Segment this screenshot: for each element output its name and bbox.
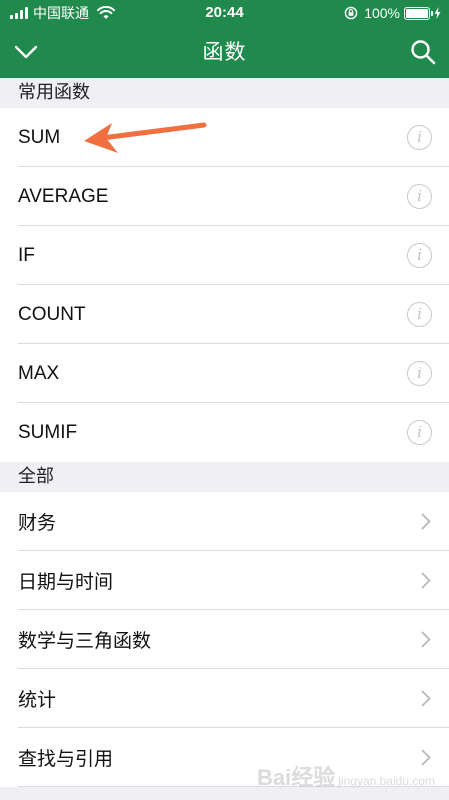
chevron-right-icon bbox=[421, 572, 431, 589]
category-label: 数学与三角函数 bbox=[18, 631, 152, 652]
function-item-count[interactable]: COUNT i bbox=[0, 285, 449, 344]
info-icon[interactable]: i bbox=[407, 243, 432, 268]
function-list: 常用函数 SUM i AVERAGE i IF i COUNT i MAX i … bbox=[0, 78, 449, 787]
category-item-math[interactable]: 数学与三角函数 bbox=[0, 610, 449, 669]
chevron-right-icon bbox=[421, 513, 431, 530]
status-bar: 中国联通 20:44 100% bbox=[0, 0, 449, 26]
function-label: IF bbox=[18, 244, 35, 266]
battery-icon bbox=[404, 6, 433, 20]
watermark-text: Bai经验 bbox=[257, 765, 336, 790]
info-icon[interactable]: i bbox=[407, 184, 432, 209]
category-label: 日期与时间 bbox=[18, 572, 114, 593]
screen: 中国联通 20:44 100% 函数 常用函数 SUM i AVERAGE i … bbox=[0, 0, 449, 800]
chevron-right-icon bbox=[421, 631, 431, 648]
function-item-average[interactable]: AVERAGE i bbox=[0, 167, 449, 226]
battery-cap bbox=[431, 10, 433, 16]
section-title-all: 全部 bbox=[0, 462, 449, 492]
category-label: 财务 bbox=[18, 513, 57, 534]
battery-percent: 100% bbox=[364, 5, 400, 21]
category-label: 查找与引用 bbox=[18, 749, 114, 770]
info-icon[interactable]: i bbox=[407, 420, 432, 445]
charging-icon bbox=[434, 7, 441, 19]
rotation-lock-icon bbox=[344, 6, 358, 20]
battery-fill bbox=[406, 8, 428, 18]
function-item-if[interactable]: IF i bbox=[0, 226, 449, 285]
watermark-subtext: jingyan.baidu.com bbox=[338, 774, 435, 788]
info-icon[interactable]: i bbox=[407, 302, 432, 327]
function-label: SUM bbox=[18, 126, 61, 148]
search-icon bbox=[411, 40, 436, 65]
function-item-sumif[interactable]: SUMIF i bbox=[0, 403, 449, 462]
category-item-finance[interactable]: 财务 bbox=[0, 492, 449, 551]
function-item-max[interactable]: MAX i bbox=[0, 344, 449, 403]
category-item-datetime[interactable]: 日期与时间 bbox=[0, 551, 449, 610]
app-header: 函数 bbox=[0, 26, 449, 78]
info-icon[interactable]: i bbox=[407, 361, 432, 386]
function-item-sum[interactable]: SUM i bbox=[0, 108, 449, 167]
watermark-logo: Bai经验 jingyan.baidu.com bbox=[257, 760, 435, 792]
search-button[interactable] bbox=[407, 36, 439, 68]
category-label: 统计 bbox=[18, 690, 57, 711]
info-icon[interactable]: i bbox=[407, 125, 432, 150]
function-label: SUMIF bbox=[18, 421, 78, 443]
status-right: 100% bbox=[344, 4, 441, 22]
function-label: AVERAGE bbox=[18, 185, 109, 207]
section-title-common: 常用函数 bbox=[0, 78, 449, 108]
function-label: MAX bbox=[18, 362, 60, 384]
chevron-right-icon bbox=[421, 690, 431, 707]
page-title: 函数 bbox=[202, 40, 247, 64]
category-item-statistics[interactable]: 统计 bbox=[0, 669, 449, 728]
function-label: COUNT bbox=[18, 303, 86, 325]
